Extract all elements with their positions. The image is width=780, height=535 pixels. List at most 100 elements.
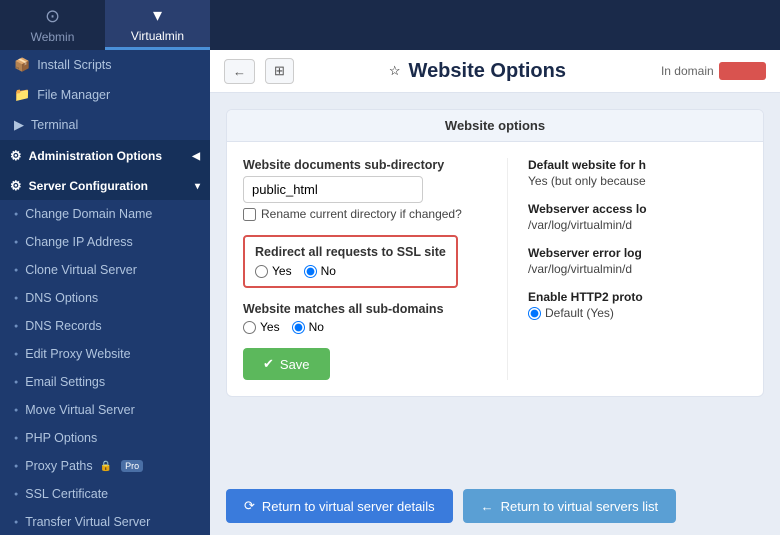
dot-icon: ●	[14, 491, 18, 498]
right-field-4: Enable HTTP2 proto Default (Yes)	[528, 290, 747, 320]
sidebar-section-administration[interactable]: ⚙ Administration Options ◀	[0, 140, 210, 170]
sidebar-item-file-manager-label: File Manager	[37, 88, 110, 102]
rename-checkbox-row: Rename current directory if changed?	[243, 207, 487, 221]
right-field-1: Default website for h Yes (but only beca…	[528, 158, 747, 188]
sidebar-item-install-scripts-label: Install Scripts	[37, 58, 111, 72]
sidebar-item-email-settings[interactable]: ● Email Settings	[0, 368, 210, 396]
subdomains-yes-text: Yes	[260, 320, 280, 334]
sidebar-item-label: Clone Virtual Server	[25, 263, 137, 277]
sidebar-item-label: DNS Records	[25, 319, 101, 333]
dot-icon: ●	[14, 407, 18, 414]
website-options-card: Website options Website documents sub-di…	[226, 109, 764, 397]
dot-icon: ●	[14, 211, 18, 218]
ssl-no-text: No	[321, 264, 336, 278]
rename-label: Rename current directory if changed?	[261, 207, 462, 221]
subdomains-yes-label[interactable]: Yes	[243, 320, 280, 334]
sidebar-item-terminal[interactable]: ▶ Terminal	[0, 110, 210, 140]
page-title: Website Options	[409, 60, 566, 83]
ssl-yes-label[interactable]: Yes	[255, 264, 292, 278]
virtualmin-icon: ▾	[153, 5, 162, 26]
domain-badge	[719, 62, 766, 80]
top-bar: ⊙ Webmin ▾ Virtualmin	[0, 0, 780, 50]
sidebar-item-change-ip-address[interactable]: ● Change IP Address	[0, 228, 210, 256]
dot-icon: ●	[14, 295, 18, 302]
in-domain-label: In domain	[661, 64, 714, 78]
ssl-no-radio[interactable]	[304, 265, 317, 278]
ssl-yes-radio[interactable]	[255, 265, 268, 278]
subdomains-no-radio[interactable]	[292, 321, 305, 334]
form-left: Website documents sub-directory Rename c…	[243, 158, 487, 380]
ssl-yes-text: Yes	[272, 264, 292, 278]
save-label: Save	[280, 357, 310, 372]
webmin-tab[interactable]: ⊙ Webmin	[0, 0, 105, 50]
sidebar-item-label: PHP Options	[25, 431, 97, 445]
server-config-icon: ⚙	[10, 178, 22, 194]
grid-button[interactable]: ⊞	[265, 58, 294, 84]
http2-default-radio[interactable]	[528, 307, 541, 320]
webmin-label: Webmin	[31, 30, 75, 44]
dot-icon: ●	[14, 379, 18, 386]
dot-icon: ●	[14, 351, 18, 358]
back-button[interactable]: ←	[224, 59, 255, 84]
ssl-redirect-box: Redirect all requests to SSL site Yes No	[243, 235, 458, 288]
sidebar-item-label: Change Domain Name	[25, 207, 152, 221]
sidebar-item-change-domain-name[interactable]: ● Change Domain Name	[0, 200, 210, 228]
right-field-1-label: Default website for h	[528, 158, 747, 172]
sidebar-item-proxy-paths[interactable]: ● Proxy Paths 🔒 Pro	[0, 452, 210, 480]
sidebar: 📦 Install Scripts 📁 File Manager ▶ Termi…	[0, 50, 210, 535]
sidebar-item-terminal-label: Terminal	[31, 118, 78, 132]
star-icon[interactable]: ☆	[389, 63, 401, 79]
header-bar: ← ⊞ ☆ Website Options In domain	[210, 50, 780, 93]
sidebar-section-administration-label: Administration Options	[29, 149, 162, 163]
subdomains-label: Website matches all sub-domains	[243, 302, 487, 316]
return-list-icon: ←	[481, 499, 494, 514]
sidebar-item-install-scripts[interactable]: 📦 Install Scripts	[0, 50, 210, 80]
sidebar-item-transfer-virtual-server[interactable]: ● Transfer Virtual Server	[0, 508, 210, 535]
sidebar-item-dns-options[interactable]: ● DNS Options	[0, 284, 210, 312]
dot-icon: ●	[14, 323, 18, 330]
virtualmin-tab[interactable]: ▾ Virtualmin	[105, 0, 210, 50]
subdomains-no-text: No	[309, 320, 324, 334]
dot-icon: ●	[14, 463, 18, 470]
return-to-server-details-button[interactable]: ⟳ Return to virtual server details	[226, 489, 453, 523]
dot-icon: ●	[14, 267, 18, 274]
sidebar-item-file-manager[interactable]: 📁 File Manager	[0, 80, 210, 110]
sidebar-item-move-virtual-server[interactable]: ● Move Virtual Server	[0, 396, 210, 424]
docs-subdir-group: Website documents sub-directory Rename c…	[243, 158, 487, 221]
ssl-no-label[interactable]: No	[304, 264, 336, 278]
server-config-chevron-icon: ▾	[195, 181, 200, 192]
return-details-icon: ⟳	[244, 498, 255, 514]
right-field-3-label: Webserver error log	[528, 246, 747, 260]
right-field-3-value: /var/log/virtualmin/d	[528, 262, 747, 276]
subdomains-yes-radio[interactable]	[243, 321, 256, 334]
right-field-2: Webserver access lo /var/log/virtualmin/…	[528, 202, 747, 232]
dot-icon: ●	[14, 435, 18, 442]
sidebar-item-dns-records[interactable]: ● DNS Records	[0, 312, 210, 340]
lock-icon: 🔒	[100, 461, 112, 472]
ssl-redirect-label: Redirect all requests to SSL site	[255, 245, 446, 259]
save-button[interactable]: ✔ Save	[243, 348, 330, 380]
right-field-2-label: Webserver access lo	[528, 202, 747, 216]
subdomains-radio-row: Yes No	[243, 320, 487, 334]
sidebar-item-clone-virtual-server[interactable]: ● Clone Virtual Server	[0, 256, 210, 284]
sidebar-section-server-config[interactable]: ⚙ Server Configuration ▾	[0, 170, 210, 200]
sidebar-item-label: Change IP Address	[25, 235, 132, 249]
subdomains-no-label[interactable]: No	[292, 320, 324, 334]
sidebar-item-label: SSL Certificate	[25, 487, 108, 501]
terminal-icon: ▶	[14, 117, 24, 133]
return-details-label: Return to virtual server details	[262, 499, 435, 514]
rename-checkbox[interactable]	[243, 208, 256, 221]
sidebar-item-edit-proxy-website[interactable]: ● Edit Proxy Website	[0, 340, 210, 368]
subdomains-group: Website matches all sub-domains Yes No	[243, 302, 487, 334]
sidebar-item-php-options[interactable]: ● PHP Options	[0, 424, 210, 452]
right-field-3: Webserver error log /var/log/virtualmin/…	[528, 246, 747, 276]
docs-subdir-input[interactable]	[243, 176, 423, 203]
return-to-servers-list-button[interactable]: ← Return to virtual servers list	[463, 489, 677, 523]
right-field-2-value: /var/log/virtualmin/d	[528, 218, 747, 232]
form-right: Default website for h Yes (but only beca…	[507, 158, 747, 380]
sidebar-section-server-config-label: Server Configuration	[29, 179, 148, 193]
return-list-label: Return to virtual servers list	[501, 499, 659, 514]
content-area: Website options Website documents sub-di…	[210, 93, 780, 477]
right-field-4-value: Default (Yes)	[528, 306, 747, 320]
sidebar-item-ssl-certificate[interactable]: ● SSL Certificate	[0, 480, 210, 508]
